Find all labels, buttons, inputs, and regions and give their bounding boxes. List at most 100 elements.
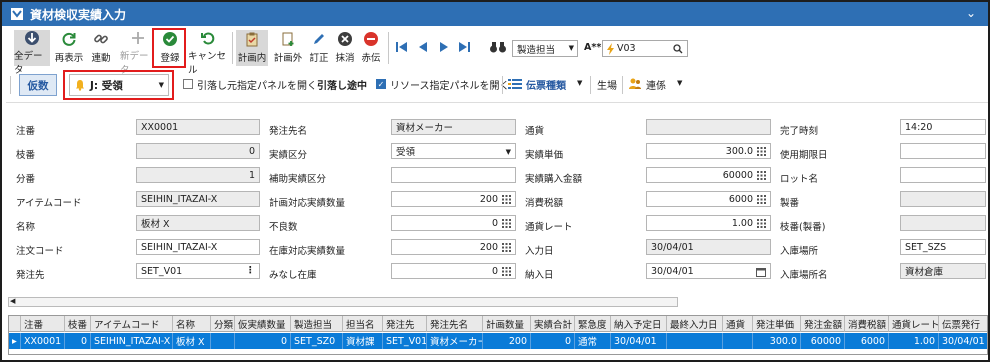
expiry-date-field[interactable] (900, 143, 986, 159)
table-cell[interactable]: 通常 (575, 333, 611, 349)
column-header[interactable]: 納入予定日 (611, 316, 667, 332)
resource-panel-label[interactable]: リソース指定パネルを開く (390, 77, 510, 92)
all-data-button[interactable]: 全データ (14, 30, 50, 76)
stock-qty-field[interactable]: 200 (391, 239, 516, 255)
table-cell[interactable]: 0 (235, 333, 291, 349)
defect-qty-field[interactable]: 0 (391, 215, 516, 231)
sub-result-type-field[interactable] (391, 167, 516, 183)
column-header[interactable]: 最終入力日 (667, 316, 723, 332)
red-slip-button[interactable]: 赤伝 (359, 30, 383, 66)
kari-button[interactable]: 仮数 (19, 74, 57, 96)
last-record-icon[interactable] (457, 40, 471, 54)
lot-name-field[interactable] (900, 167, 986, 183)
calculator-icon[interactable] (757, 170, 766, 180)
table-cell[interactable]: SET_V01 (383, 333, 427, 349)
slip-type-menu[interactable]: 伝票種類 (526, 77, 566, 92)
column-header[interactable]: 消費税額 (845, 316, 889, 332)
column-header[interactable]: 緊急度 (575, 316, 611, 332)
supplier-name-field[interactable]: 資材メーカー (391, 119, 516, 135)
input-date-field[interactable]: 30/04/01 (646, 239, 771, 255)
calculator-icon[interactable] (502, 266, 511, 276)
plan-qty-field[interactable]: 200 (391, 191, 516, 207)
column-header[interactable]: 発注単価 (753, 316, 801, 332)
table-cell[interactable]: 200 (483, 333, 531, 349)
mfg-branch-field[interactable] (900, 215, 986, 231)
supplier-field[interactable]: SET_V01 ⋮ (136, 263, 260, 279)
in-plan-button[interactable]: 計画内 (236, 30, 268, 66)
hikiotoshi-panel-label[interactable]: 引落し元指定パネルを開く (197, 77, 317, 92)
table-cell[interactable] (211, 333, 235, 349)
column-header[interactable]: 通貨レート (889, 316, 939, 332)
scroll-left-icon[interactable]: ◀ (10, 297, 15, 305)
mfg-no-field[interactable] (900, 191, 986, 207)
column-header[interactable]: 担当名 (343, 316, 383, 332)
link-menu[interactable]: 連係 (646, 77, 666, 92)
table-cell[interactable]: 30/04/01 (939, 333, 987, 349)
search-input[interactable]: V03 (602, 40, 688, 57)
caret-down-icon[interactable]: ▼ (677, 79, 682, 87)
calculator-icon[interactable] (757, 146, 766, 156)
storage-location-name-field[interactable]: 資材倉庫 (900, 263, 986, 279)
table-cell[interactable]: 0 (531, 333, 575, 349)
branch-no-field[interactable]: 0 (136, 143, 260, 159)
link-button[interactable]: 連動 (87, 30, 115, 66)
table-cell[interactable] (667, 333, 723, 349)
storage-location-field[interactable]: SET_SZS (900, 239, 986, 255)
calculator-icon[interactable] (502, 242, 511, 252)
row-indicator-icon[interactable]: ▸ (9, 333, 21, 349)
next-record-icon[interactable] (437, 40, 451, 54)
table-cell[interactable] (723, 333, 753, 349)
table-cell[interactable]: 60000 (801, 333, 845, 349)
calculator-icon[interactable] (502, 218, 511, 228)
resource-panel-checkbox[interactable]: ✓ (376, 79, 386, 89)
out-plan-button[interactable]: 計画外 (272, 30, 304, 66)
table-cell[interactable]: SET_SZ0 (291, 333, 343, 349)
hikiotoshi-panel-checkbox[interactable] (183, 79, 193, 89)
calculator-icon[interactable] (757, 194, 766, 204)
purchase-amount-field[interactable]: 60000 (646, 167, 771, 183)
column-header[interactable]: 発注金額 (801, 316, 845, 332)
new-data-button[interactable]: 新データ (120, 30, 156, 76)
table-cell[interactable]: 0 (65, 333, 91, 349)
calculator-icon[interactable] (757, 218, 766, 228)
exchange-rate-field[interactable]: 1.00 (646, 215, 771, 231)
result-type-select[interactable]: 受領 ▼ (391, 143, 516, 159)
column-header[interactable]: 伝票発行 (939, 316, 987, 332)
split-no-field[interactable]: 1 (136, 167, 260, 183)
column-header[interactable]: アイテムコード (91, 316, 173, 332)
column-header[interactable]: 分類 (211, 316, 235, 332)
tax-amount-field[interactable]: 6000 (646, 191, 771, 207)
calendar-icon[interactable] (756, 267, 766, 277)
correct-button[interactable]: 訂正 (307, 30, 331, 66)
search-icon[interactable] (673, 44, 683, 54)
column-header[interactable]: 通貨 (723, 316, 753, 332)
table-cell[interactable]: 1.00 (889, 333, 939, 349)
font-indicator[interactable]: A** (584, 42, 601, 53)
binoculars-icon[interactable] (489, 40, 507, 54)
cancel-button[interactable]: キャンセル (188, 30, 228, 76)
caret-down-icon[interactable]: ▼ (577, 79, 582, 87)
deemed-stock-field[interactable]: 0 (391, 263, 516, 279)
filter-select[interactable]: 製造担当 ▼ (512, 40, 578, 57)
column-header[interactable]: 注番 (21, 316, 65, 332)
column-header[interactable]: 名称 (173, 316, 211, 332)
production-button[interactable]: 生場 (597, 77, 617, 92)
table-cell[interactable]: 資材課 (343, 333, 383, 349)
delivery-date-field[interactable]: 30/04/01 (646, 263, 771, 279)
first-record-icon[interactable] (395, 40, 409, 54)
table-cell[interactable]: 300.0 (753, 333, 801, 349)
chevron-down-icon[interactable]: ⌄ (966, 6, 976, 20)
column-header[interactable]: 発注先名 (427, 316, 483, 332)
order-code-field[interactable]: SEIHIN_ITAZAI-X (136, 239, 260, 255)
table-cell[interactable]: SEIHIN_ITAZAI-X (91, 333, 173, 349)
table-cell[interactable]: 板材 X (173, 333, 211, 349)
more-icon[interactable]: ⋮ (246, 265, 256, 276)
table-row[interactable]: ▸ XX0001 0 SEIHIN_ITAZAI-X 板材 X 0 SET_SZ0 資材課 SE… (9, 333, 987, 349)
column-header[interactable]: 実績合計 (531, 316, 575, 332)
table-cell[interactable]: 資材メーカー (427, 333, 483, 349)
currency-field[interactable] (646, 119, 771, 135)
prev-record-icon[interactable] (416, 40, 430, 54)
table-cell[interactable]: 30/04/01 (611, 333, 667, 349)
horizontal-scrollbar[interactable]: ◀ (8, 297, 678, 307)
redisplay-button[interactable]: 再表示 (52, 30, 86, 66)
